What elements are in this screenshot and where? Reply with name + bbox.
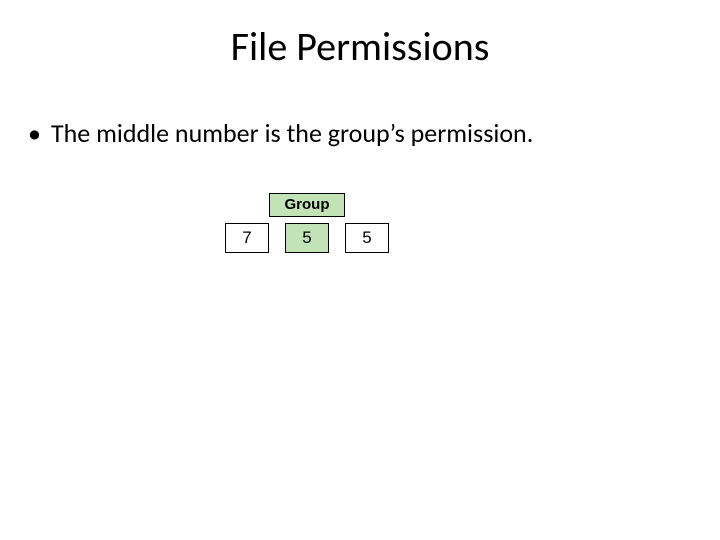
slide-title: File Permissions xyxy=(0,22,720,71)
digit-group: 5 xyxy=(285,223,329,253)
group-label-box: Group xyxy=(269,193,345,217)
bullet-text: The middle number is the group’s permiss… xyxy=(51,117,533,149)
digit-owner: 7 xyxy=(225,223,269,253)
bullet-line: • The middle number is the group’s permis… xyxy=(28,118,533,151)
digit-other: 5 xyxy=(345,223,389,253)
bullet-marker: • xyxy=(28,118,41,149)
slide: File Permissions • The middle number is t… xyxy=(0,0,720,540)
